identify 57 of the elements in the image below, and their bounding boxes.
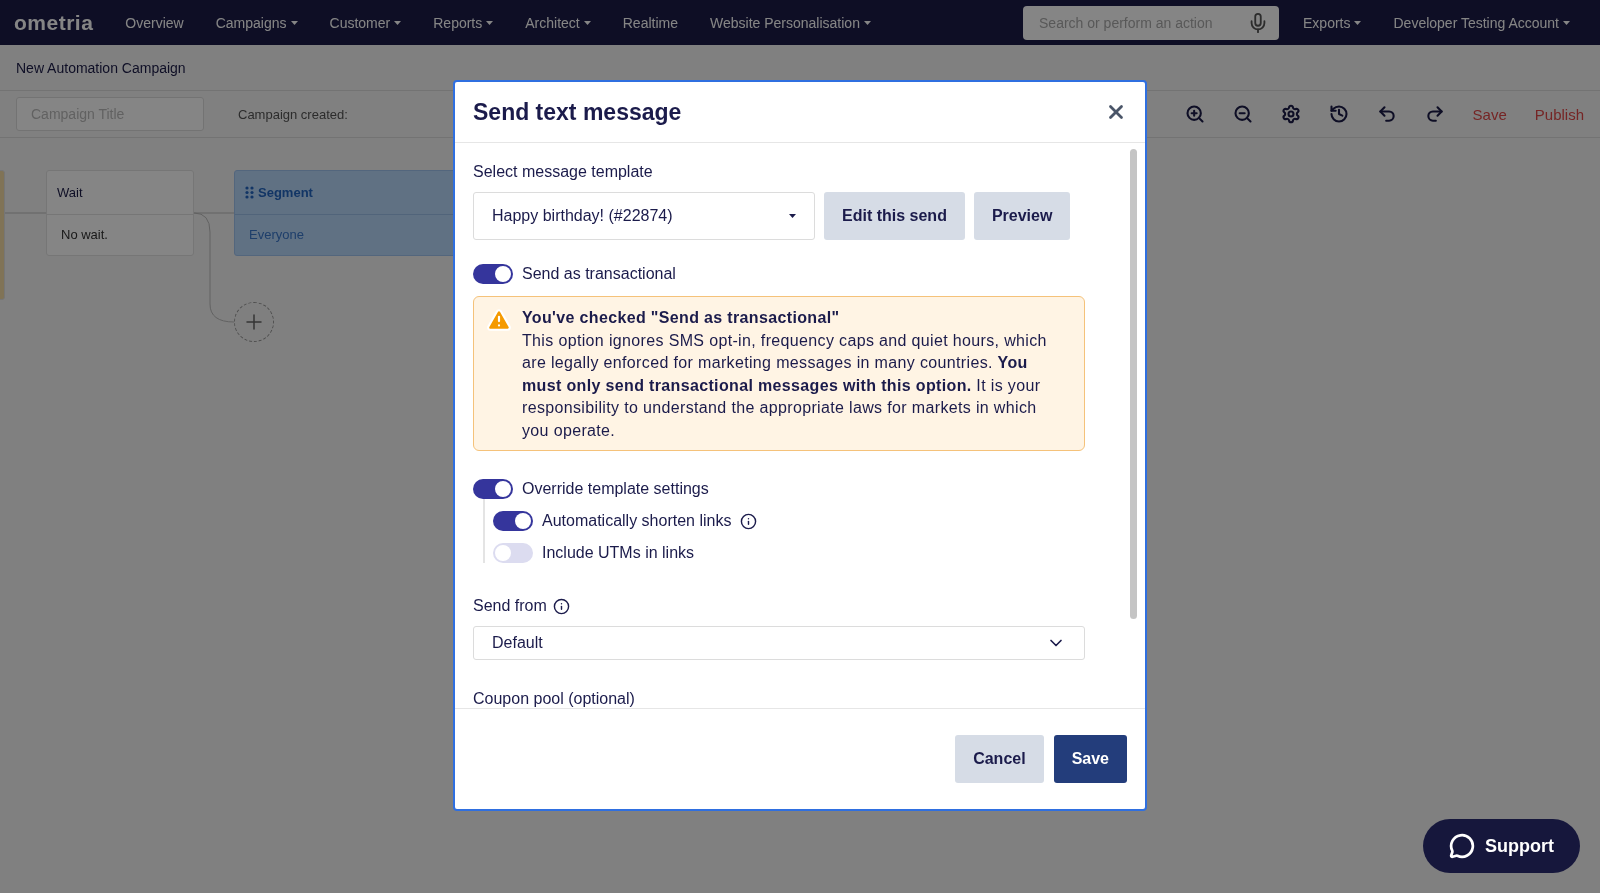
send-from-dropdown[interactable]: Default (473, 626, 1085, 660)
support-button[interactable]: Support (1423, 819, 1580, 873)
toggle-label: Automatically shorten links (542, 512, 732, 530)
caret-icon (1563, 20, 1570, 25)
logo[interactable]: ometria (14, 10, 94, 35)
settings-button[interactable] (1280, 104, 1301, 124)
caret-icon (394, 20, 402, 25)
template-action-button[interactable]: Preview (973, 192, 1071, 240)
caret-icon (583, 20, 591, 25)
nav-item[interactable]: Reports (417, 14, 510, 31)
caret-icon (863, 20, 871, 25)
scrollbar-thumb[interactable] (1130, 149, 1137, 619)
template-action-button[interactable]: Edit this send (824, 192, 965, 240)
toggle-label: Send as transactional (522, 265, 676, 283)
nav-item[interactable]: Realtime (606, 14, 694, 31)
toggle-label: Include UTMs in links (542, 544, 695, 562)
nav-item[interactable]: Customer (313, 14, 418, 31)
caret-icon (486, 20, 494, 25)
toggle-switch[interactable] (473, 264, 513, 284)
history-button[interactable] (1328, 104, 1349, 124)
warning-text: This option ignores SMS opt-in, frequency caps and quiet hours, which are legally enforced for marketing messages in many countries. You must only send transactional messages with this option. It is your responsibility to understand the appropriate laws for markets in which you operate. (522, 330, 1048, 441)
node-title: Segment (258, 185, 313, 200)
info-icon[interactable] (740, 512, 758, 530)
warning-icon (486, 307, 512, 333)
dialog-button[interactable]: Save (1053, 735, 1127, 783)
campaign-created-label: Campaign created: (238, 106, 348, 122)
nav-item[interactable]: Architect (509, 14, 607, 31)
field-label: Send from (473, 597, 547, 615)
warning-title: You've checked "Send as transactional" (522, 308, 841, 328)
page-title: New Automation Campaign (16, 59, 186, 76)
node-text: No wait. (60, 226, 109, 244)
redo-button[interactable] (1424, 104, 1445, 124)
drag-handle-icon[interactable] (245, 186, 254, 199)
nav-item[interactable]: Overview (109, 14, 200, 31)
toggle-switch[interactable] (473, 479, 513, 499)
info-icon[interactable] (552, 597, 570, 615)
toggle-label: Override template settings (522, 480, 709, 498)
nav-item[interactable]: Campaigns (199, 14, 314, 31)
zoom-out-button[interactable] (1232, 104, 1253, 124)
toggle-switch[interactable] (493, 543, 533, 563)
node-title: Wait (57, 185, 83, 200)
modal-title: Send text message (473, 98, 682, 126)
field-label: Coupon pool (optional) (473, 690, 636, 708)
zoom-in-button[interactable] (1184, 104, 1205, 124)
nav-item[interactable]: Developer Testing Account (1377, 14, 1586, 31)
caret-icon (290, 20, 298, 25)
nav-item[interactable]: Exports (1287, 14, 1378, 31)
caret-icon (1354, 20, 1362, 25)
nav-item[interactable]: Website Personalisation (694, 14, 887, 31)
node-text: Everyone (248, 226, 305, 244)
template-dropdown[interactable]: Happy birthday! (#22874) (473, 192, 815, 240)
caret-icon (789, 214, 796, 218)
canvas-node[interactable]: Wait No wait. (46, 170, 194, 256)
toggle-switch[interactable] (493, 511, 533, 531)
chat-bubble-icon (1449, 833, 1475, 859)
dialog-button[interactable]: Cancel (955, 735, 1044, 783)
undo-button[interactable] (1376, 104, 1397, 124)
